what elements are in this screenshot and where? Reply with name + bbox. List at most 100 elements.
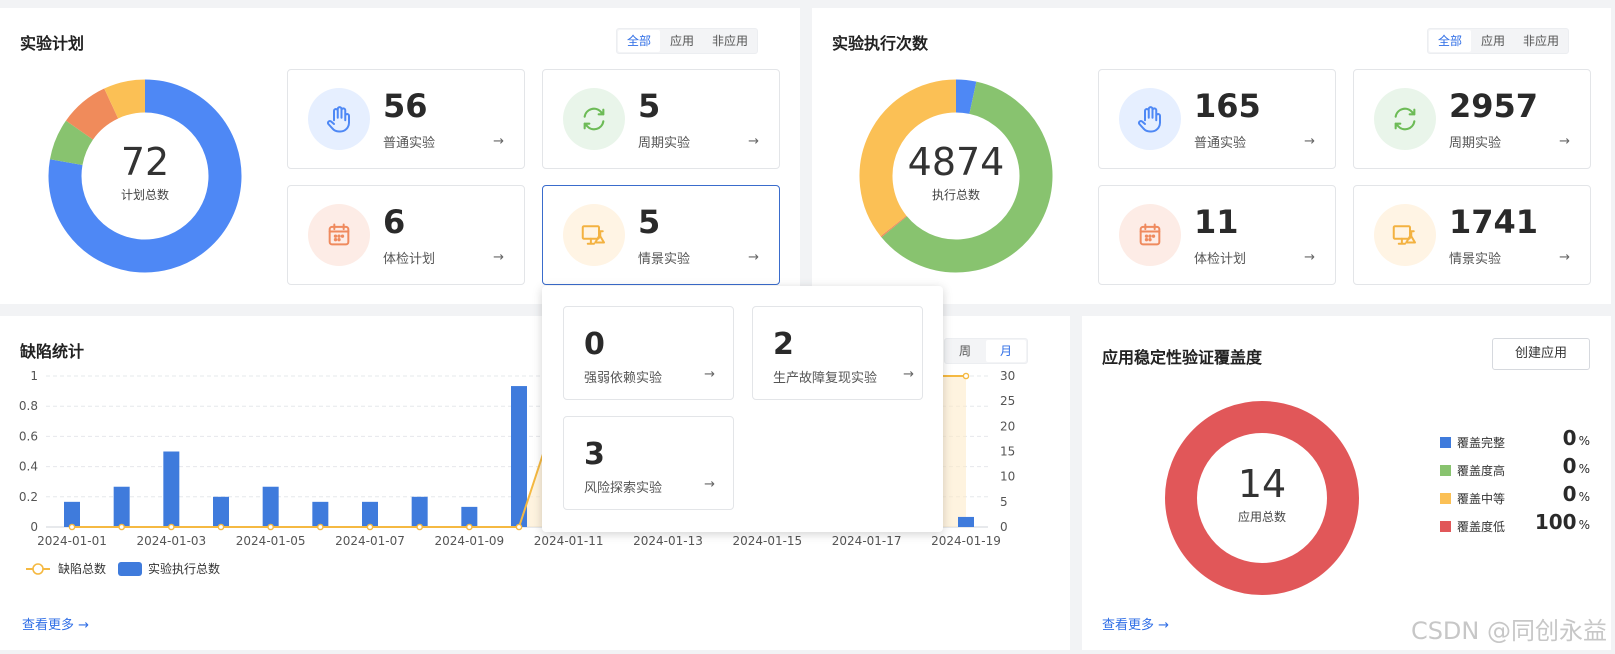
bar	[262, 486, 279, 527]
lab-icon	[1374, 204, 1436, 266]
coverage-total-label: 应用总数	[1237, 510, 1286, 524]
y-left-tick: 0.8	[19, 399, 38, 413]
legend-label-defects[interactable]: 缺陷总数	[58, 561, 106, 576]
line-point	[962, 372, 970, 380]
exec-donut: 4874 执行总数	[858, 78, 1054, 274]
line-point	[267, 523, 274, 531]
plan-stat-periodic[interactable]: 5 周期实验 →	[542, 69, 780, 169]
legend-pct-unit: %	[1578, 518, 1590, 532]
arrow-right-icon[interactable]: →	[903, 367, 914, 382]
lab-icon	[563, 204, 625, 266]
plan-filter-all[interactable]: 全部	[618, 30, 661, 52]
legend-pct-value: 100	[1534, 510, 1577, 534]
legend-label-executions[interactable]: 实验执行总数	[148, 561, 220, 576]
hand-icon	[308, 88, 370, 150]
legend-label: 覆盖中等	[1457, 492, 1506, 506]
y-left-tick: 1	[30, 369, 38, 383]
dependency-label: 强弱依赖实验	[584, 371, 663, 386]
legend-swatch	[1440, 465, 1451, 476]
plan-periodic-label: 周期实验	[638, 136, 691, 151]
period-tabs: 周 月	[944, 338, 1029, 364]
exec-stat-normal[interactable]: 165 普通实验 →	[1098, 69, 1336, 169]
donut-slice	[955, 79, 977, 115]
arrow-right-icon[interactable]: →	[493, 250, 504, 265]
exec-periodic-count: 2957	[1449, 87, 1539, 125]
exec-normal-label: 普通实验	[1194, 136, 1247, 151]
arrow-right-icon[interactable]: →	[748, 134, 759, 149]
defect-more-link[interactable]: 查看更多 →	[22, 614, 89, 633]
y-left-tick: 0.4	[19, 460, 38, 474]
plan-stat-checkup[interactable]: 6 体检计划 →	[287, 185, 525, 285]
legend-pct-unit: %	[1578, 490, 1590, 504]
y-right-tick: 10	[1000, 470, 1015, 484]
period-tab-week[interactable]: 周	[945, 339, 985, 363]
fault-replay-count: 2	[773, 327, 794, 362]
plan-scenario-label: 情景实验	[638, 252, 691, 267]
coverage-donut: 14 应用总数	[1164, 400, 1360, 596]
exec-card-title: 实验执行次数	[832, 34, 929, 53]
exec-stat-checkup[interactable]: 11 体检计划 →	[1098, 185, 1336, 285]
y-right-tick: 5	[1000, 495, 1008, 509]
legend-pct: 100%	[1522, 510, 1590, 534]
plan-checkup-count: 6	[383, 203, 406, 241]
legend-pct-value: 0	[1562, 482, 1577, 506]
bar	[213, 496, 229, 527]
plan-stat-scenario[interactable]: 5 情景实验 →	[542, 185, 780, 285]
plan-total: 72	[120, 140, 170, 184]
create-app-button[interactable]: 创建应用	[1492, 338, 1590, 370]
risk-explore-label: 风险探索实验	[584, 481, 663, 496]
bar	[113, 486, 130, 527]
plan-filter-app[interactable]: 应用	[661, 29, 703, 53]
plan-total-label: 计划总数	[120, 188, 169, 202]
plan-checkup-label: 体检计划	[383, 252, 436, 267]
hand-icon	[1119, 88, 1181, 150]
y-right-tick: 20	[1000, 419, 1015, 433]
plan-normal-count: 56	[383, 87, 428, 125]
legend-swatch	[1440, 493, 1451, 504]
legend-swatch	[1440, 437, 1451, 448]
watermark: CSDN @同创永益	[1410, 617, 1607, 645]
line-point	[515, 523, 523, 531]
legend-line-marker	[32, 563, 44, 575]
risk-explore-count: 3	[584, 437, 605, 472]
arrow-right-icon[interactable]: →	[493, 134, 504, 149]
x-tick: 2024-01-11	[534, 534, 604, 548]
exec-filter-tabs: 全部 应用 非应用	[1427, 28, 1570, 54]
arrow-right-icon[interactable]: →	[704, 477, 715, 492]
coverage-total: 14	[1237, 462, 1287, 506]
y-right-tick: 25	[1000, 394, 1015, 408]
exec-filter-all[interactable]: 全部	[1429, 30, 1472, 52]
exec-scenario-count: 1741	[1449, 203, 1539, 241]
arrow-right-icon[interactable]: →	[748, 250, 759, 265]
bar	[163, 451, 180, 527]
popover-item-dependency[interactable]: 0 强弱依赖实验 →	[563, 306, 734, 400]
plan-stat-normal[interactable]: 56 普通实验 →	[287, 69, 525, 169]
legend-label: 覆盖度低	[1457, 520, 1506, 534]
legend-item: 覆盖度低	[1440, 518, 1505, 535]
coverage-card: 应用稳定性验证覆盖度 创建应用 14 应用总数 覆盖完整 0% 覆盖度高 0% …	[1082, 316, 1611, 650]
plan-filter-nonapp[interactable]: 非应用	[703, 29, 757, 53]
exec-periodic-label: 周期实验	[1449, 136, 1502, 151]
exec-total: 4874	[907, 140, 1005, 184]
period-tab-month[interactable]: 月	[986, 340, 1027, 362]
plan-periodic-count: 5	[638, 87, 661, 125]
arrow-right-icon[interactable]: →	[1559, 250, 1570, 265]
exec-filter-app[interactable]: 应用	[1472, 29, 1514, 53]
defect-card-title: 缺陷统计	[20, 342, 85, 361]
arrow-right-icon[interactable]: →	[1304, 250, 1315, 265]
popover-item-risk-explore[interactable]: 3 风险探索实验 →	[563, 416, 734, 510]
legend-swatch	[1440, 521, 1451, 532]
exec-stat-periodic[interactable]: 2957 周期实验 →	[1353, 69, 1591, 169]
donut-slice	[104, 79, 146, 119]
line-point	[366, 523, 374, 531]
coverage-more-link[interactable]: 查看更多 →	[1102, 614, 1169, 633]
arrow-right-icon[interactable]: →	[704, 367, 715, 382]
popover-item-fault-replay[interactable]: 2 生产故障复现实验 →	[752, 306, 923, 400]
y-right-tick: 0	[1000, 520, 1008, 534]
arrow-right-icon[interactable]: →	[1559, 134, 1570, 149]
line-point	[317, 523, 324, 531]
legend-pct-value: 0	[1562, 426, 1577, 450]
exec-stat-scenario[interactable]: 1741 情景实验 →	[1353, 185, 1591, 285]
exec-filter-nonapp[interactable]: 非应用	[1514, 29, 1568, 53]
arrow-right-icon[interactable]: →	[1304, 134, 1315, 149]
